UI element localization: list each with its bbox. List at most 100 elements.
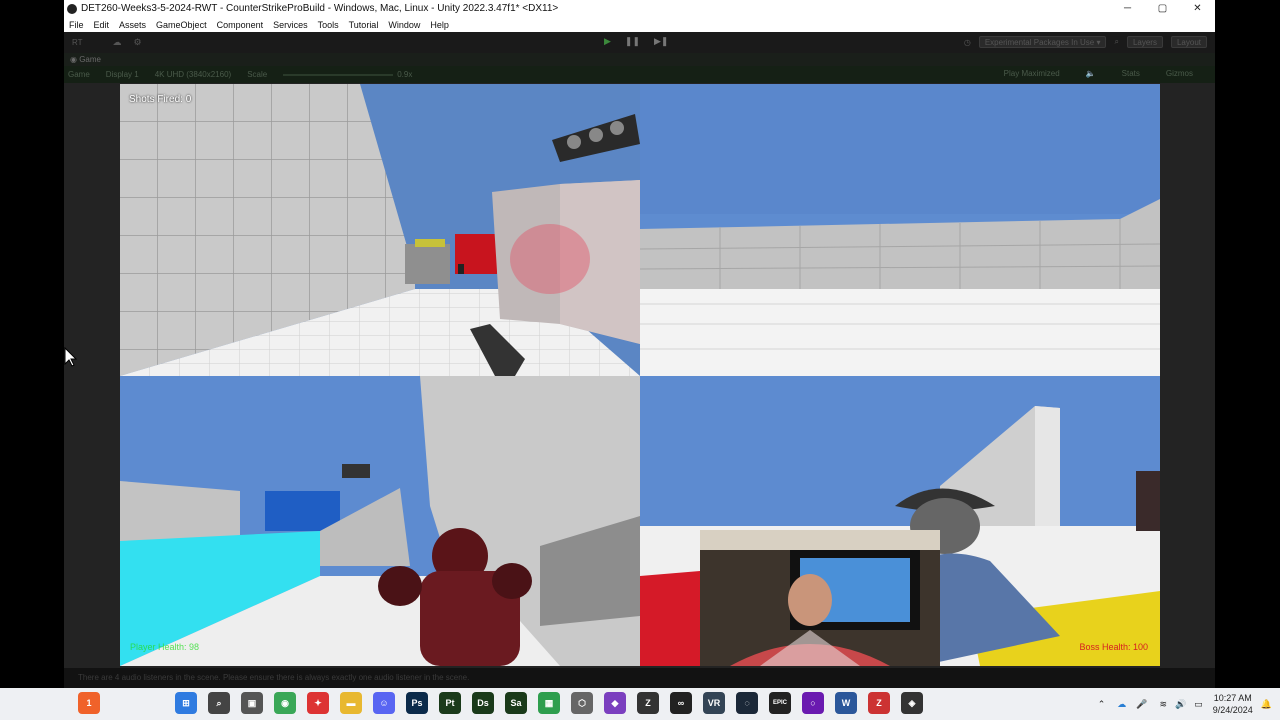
toolbar-right: ◷ Experimental Packages In Use ▾ ⌕ Layer… bbox=[964, 36, 1207, 48]
play-icon[interactable]: ▶ bbox=[604, 36, 611, 47]
display-dropdown[interactable]: Display 1 bbox=[106, 70, 139, 79]
shots-fired-counter: Shots Fired: 0 bbox=[129, 94, 192, 105]
webcam-overlay bbox=[700, 530, 940, 666]
taskbar-meta-icon[interactable]: ∞ bbox=[670, 692, 692, 714]
search-icon[interactable]: ⌕ bbox=[1114, 37, 1118, 47]
main-toolbar: RT ☁ ⚙ ▶ ❚❚ ▶❚ ◷ Experimental Packages I… bbox=[64, 32, 1215, 53]
taskbar-sampler-icon[interactable]: Sa bbox=[505, 692, 527, 714]
split-view-player3: Player Health: 98 bbox=[120, 376, 640, 666]
clock-date: 9/24/2024 bbox=[1212, 705, 1253, 715]
play-maximized-toggle[interactable]: Play Maximized bbox=[1004, 69, 1060, 78]
game-bar-right: Play Maximized 🔈 Stats Gizmos bbox=[1004, 69, 1209, 78]
menu-tutorial[interactable]: Tutorial bbox=[349, 20, 379, 30]
menu-window[interactable]: Window bbox=[388, 20, 420, 30]
split-view-player1: Shots Fired: 0 bbox=[120, 84, 640, 376]
taskbar-obs-icon[interactable]: ○ bbox=[802, 692, 824, 714]
tab-game[interactable]: ◉ Game bbox=[64, 53, 1215, 66]
scale-label: Scale bbox=[247, 70, 268, 79]
mouse-cursor-icon bbox=[64, 347, 78, 367]
taskbar-explorer-icon[interactable]: ▬ bbox=[340, 692, 362, 714]
menu-help[interactable]: Help bbox=[430, 20, 449, 30]
taskbar-painter-icon[interactable]: Pt bbox=[439, 692, 461, 714]
play-controls: ▶ ❚❚ ▶❚ bbox=[604, 36, 668, 47]
game-mode-dropdown[interactable]: Game bbox=[68, 70, 90, 79]
taskbar-chrome-icon[interactable]: ◉ bbox=[274, 692, 296, 714]
taskbar-vr-icon[interactable]: VR bbox=[703, 692, 725, 714]
menu-file[interactable]: File bbox=[69, 20, 84, 30]
unity-logo-icon bbox=[67, 3, 77, 14]
taskbar-app-red-icon[interactable]: ✦ bbox=[307, 692, 329, 714]
menu-services[interactable]: Services bbox=[273, 20, 308, 30]
taskbar-notification-app-icon[interactable]: 1 bbox=[78, 692, 100, 714]
history-icon[interactable]: ◷ bbox=[964, 38, 971, 47]
experimental-packages-dropdown[interactable]: Experimental Packages In Use ▾ bbox=[978, 36, 1107, 48]
taskbar-zbrush-icon[interactable]: Z bbox=[637, 692, 659, 714]
gizmos-dropdown[interactable]: Gizmos bbox=[1166, 69, 1193, 78]
taskbar-photoshop-icon[interactable]: Ps bbox=[406, 692, 428, 714]
menu-gameobject[interactable]: GameObject bbox=[156, 20, 207, 30]
taskbar-start-icon[interactable]: ⊞ bbox=[175, 692, 197, 714]
taskbar-unity-hub-icon[interactable]: ⬡ bbox=[571, 692, 593, 714]
menu-component[interactable]: Component bbox=[217, 20, 264, 30]
clock[interactable]: 10:27 AM 9/24/2024 bbox=[1213, 692, 1253, 716]
field-scene bbox=[640, 84, 1160, 376]
game-viewport[interactable]: Shots Fired: 0 Player Health: 98 Boss He… bbox=[120, 84, 1160, 666]
cloud-icon[interactable]: ☁ bbox=[113, 37, 122, 48]
taskbar-discord-icon[interactable]: ☺ bbox=[373, 692, 395, 714]
title-bar[interactable]: DET260-Weeks3-5-2024-RWT - CounterStrike… bbox=[64, 0, 1215, 17]
account-button[interactable]: RT bbox=[72, 38, 83, 47]
taskbar-grid-app-icon[interactable]: ▦ bbox=[538, 692, 560, 714]
window-controls: ─ ▢ ✕ bbox=[1110, 0, 1215, 17]
game-view-bar: Game Display 1 4K UHD (3840x2160) Scale … bbox=[64, 66, 1215, 83]
robot-scene bbox=[120, 376, 640, 666]
minimize-button[interactable]: ─ bbox=[1110, 0, 1145, 17]
collab-icon[interactable]: ⚙ bbox=[134, 37, 142, 48]
scale-value: 0.9x bbox=[397, 70, 413, 79]
onedrive-icon[interactable]: ☁ bbox=[1117, 699, 1126, 710]
mute-audio-icon[interactable]: 🔈 bbox=[1086, 69, 1096, 78]
split-view-player2 bbox=[640, 84, 1160, 376]
taskbar-task-view-icon[interactable]: ▣ bbox=[241, 692, 263, 714]
taskbar-designer-icon[interactable]: Ds bbox=[472, 692, 494, 714]
presenter-video bbox=[700, 530, 940, 666]
game-tab-label: Game bbox=[79, 55, 101, 64]
screen: DET260-Weeks3-5-2024-RWT - CounterStrike… bbox=[0, 0, 1280, 720]
boss-health-label: Boss Health: 100 bbox=[1079, 642, 1148, 652]
taskbar-steam-icon[interactable]: ◌ bbox=[736, 692, 758, 714]
stats-toggle[interactable]: Stats bbox=[1122, 69, 1140, 78]
split-view-player4: Boss Health: 100 bbox=[640, 376, 1160, 666]
battery-icon[interactable]: ▭ bbox=[1194, 699, 1203, 710]
maximize-button[interactable]: ▢ bbox=[1145, 0, 1180, 17]
corridor-scene bbox=[120, 84, 640, 376]
console-message: There are 4 audio listeners in the scene… bbox=[78, 673, 470, 682]
taskbar-visual-studio-icon[interactable]: ◆ bbox=[604, 692, 626, 714]
menu-assets[interactable]: Assets bbox=[119, 20, 146, 30]
step-icon[interactable]: ▶❚ bbox=[654, 36, 668, 47]
volume-icon[interactable]: 🔊 bbox=[1175, 699, 1186, 710]
menu-edit[interactable]: Edit bbox=[94, 20, 110, 30]
chevron-up-icon[interactable]: ⌃ bbox=[1098, 699, 1106, 710]
layout-dropdown[interactable]: Layout bbox=[1170, 36, 1207, 48]
unity-editor-window: DET260-Weeks3-5-2024-RWT - CounterStrike… bbox=[64, 0, 1215, 688]
microphone-icon[interactable]: 🎤 bbox=[1136, 699, 1147, 710]
taskbar-search-icon[interactable]: ⌕ bbox=[208, 692, 230, 714]
wifi-icon[interactable]: ≋ bbox=[1159, 699, 1167, 710]
taskbar-word-icon[interactable]: W bbox=[835, 692, 857, 714]
system-tray: ⌃ ☁ 🎤 ≋ 🔊 ▭ 10:27 AM 9/24/2024 🔔 bbox=[1098, 688, 1280, 720]
console-status-bar[interactable]: There are 4 audio listeners in the scene… bbox=[64, 668, 1215, 688]
taskbar-epic-icon[interactable]: EPIC bbox=[769, 692, 791, 714]
notification-bell-icon[interactable]: 🔔 bbox=[1261, 699, 1272, 710]
close-button[interactable]: ✕ bbox=[1180, 0, 1215, 17]
resolution-dropdown[interactable]: 4K UHD (3840x2160) bbox=[155, 70, 231, 79]
game-tab-icon: ◉ bbox=[70, 55, 80, 64]
taskbar-unity-icon[interactable]: ◈ bbox=[901, 692, 923, 714]
taskbar-app-z-icon[interactable]: Z bbox=[868, 692, 890, 714]
layers-dropdown[interactable]: Layers bbox=[1126, 36, 1163, 48]
menu-tools[interactable]: Tools bbox=[318, 20, 339, 30]
scale-slider[interactable] bbox=[283, 73, 394, 76]
pause-icon[interactable]: ❚❚ bbox=[625, 36, 640, 47]
player-health-label: Player Health: 98 bbox=[130, 642, 200, 652]
clock-time: 10:27 AM bbox=[1213, 693, 1252, 703]
window-title: DET260-Weeks3-5-2024-RWT - CounterStrike… bbox=[81, 3, 559, 14]
menu-bar: File Edit Assets GameObject Component Se… bbox=[64, 17, 1215, 32]
